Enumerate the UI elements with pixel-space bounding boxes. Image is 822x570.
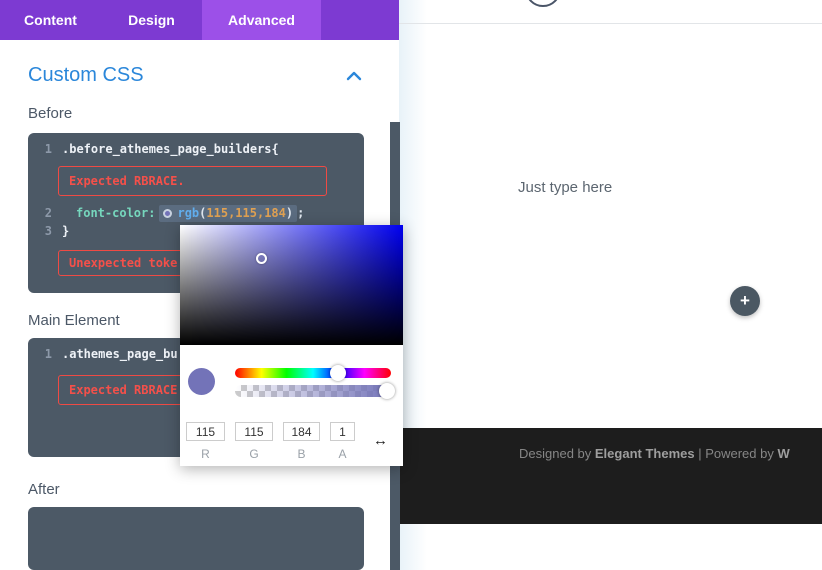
- rgba-inputs: R G B A: [186, 422, 355, 461]
- hue-slider[interactable]: [235, 368, 391, 378]
- color-picker-popup: R G B A ↔: [180, 225, 403, 466]
- punctuation: ): [285, 206, 294, 220]
- red-label: R: [201, 447, 210, 461]
- swap-color-format-icon[interactable]: ↔: [373, 432, 388, 449]
- page-canvas: Just type here + Designed by Elegant The…: [399, 0, 822, 570]
- css-function: rgb: [177, 206, 200, 220]
- canvas-divider: [399, 23, 822, 24]
- code-selector: .before_athemes_page_builders{: [62, 142, 279, 156]
- red-input[interactable]: [186, 422, 225, 441]
- footer-separator-text: | Powered by: [694, 446, 778, 461]
- alpha-slider[interactable]: [235, 385, 391, 397]
- saturation-cursor[interactable]: [256, 253, 267, 264]
- before-field-label: Before: [28, 105, 73, 122]
- chevron-up-icon[interactable]: [346, 71, 362, 81]
- alpha-label: A: [338, 447, 347, 461]
- css-property: font-color:: [76, 206, 156, 220]
- current-color-swatch: [188, 368, 215, 395]
- rgb-values: 115,115,184: [206, 206, 286, 220]
- footer-brand-link[interactable]: Elegant Themes: [595, 446, 695, 461]
- hue-slider-handle[interactable]: [330, 365, 346, 381]
- code-declaration: font-color: rgb(115,115,184);: [62, 205, 305, 222]
- after-css-editor[interactable]: [28, 507, 364, 570]
- line-number: 2: [44, 206, 52, 220]
- lint-error-text: Expected RBRACE: [69, 383, 178, 397]
- site-footer: Designed by Elegant Themes | Powered by …: [399, 428, 822, 524]
- punctuation: ;: [297, 206, 305, 220]
- green-input[interactable]: [235, 422, 273, 441]
- code-brace: }: [62, 224, 70, 238]
- blue-input[interactable]: [283, 422, 320, 441]
- tab-design[interactable]: Design: [101, 0, 202, 40]
- footer-credits: Designed by Elegant Themes | Powered by …: [519, 446, 790, 461]
- inline-color-preview-icon[interactable]: [163, 209, 173, 218]
- add-module-button[interactable]: +: [730, 286, 760, 316]
- green-label: G: [249, 447, 259, 461]
- code-selector: .athemes_page_bu: [62, 347, 178, 361]
- alpha-input[interactable]: [330, 422, 355, 441]
- blue-label: B: [297, 447, 306, 461]
- settings-tab-bar: Content Design Advanced: [0, 0, 399, 40]
- blue-field: B: [283, 422, 320, 461]
- main-element-field-label: Main Element: [28, 312, 120, 329]
- lint-error-text: Unexpected toke: [69, 256, 178, 270]
- text-module-placeholder[interactable]: Just type here: [518, 179, 612, 196]
- alpha-field: A: [330, 422, 355, 461]
- code-line: 2 font-color: rgb(115,115,184);: [36, 204, 352, 222]
- saturation-brightness-area[interactable]: [180, 225, 403, 345]
- line-number: 1: [44, 347, 52, 361]
- line-number: 1: [44, 142, 52, 156]
- section-title: Custom CSS: [28, 64, 144, 86]
- tab-content[interactable]: Content: [0, 0, 101, 40]
- lint-error-text: Expected RBRACE.: [69, 174, 185, 188]
- alpha-slider-handle[interactable]: [379, 383, 395, 399]
- line-number: 3: [44, 224, 52, 238]
- plus-icon: +: [740, 291, 750, 310]
- red-field: R: [186, 422, 225, 461]
- green-field: G: [235, 422, 273, 461]
- module-circle-icon[interactable]: [525, 0, 561, 7]
- after-field-label: After: [28, 481, 60, 498]
- tab-advanced[interactable]: Advanced: [202, 0, 321, 40]
- footer-credit-text: Designed by: [519, 446, 595, 461]
- custom-css-section-header[interactable]: Custom CSS: [28, 64, 362, 87]
- alpha-gradient: [235, 385, 391, 397]
- code-line: 1 .before_athemes_page_builders{: [36, 140, 352, 158]
- color-value-highlight[interactable]: rgb(115,115,184): [159, 205, 298, 222]
- lint-error-message: Expected RBRACE.: [58, 166, 327, 196]
- footer-wordpress-link[interactable]: W: [777, 446, 789, 461]
